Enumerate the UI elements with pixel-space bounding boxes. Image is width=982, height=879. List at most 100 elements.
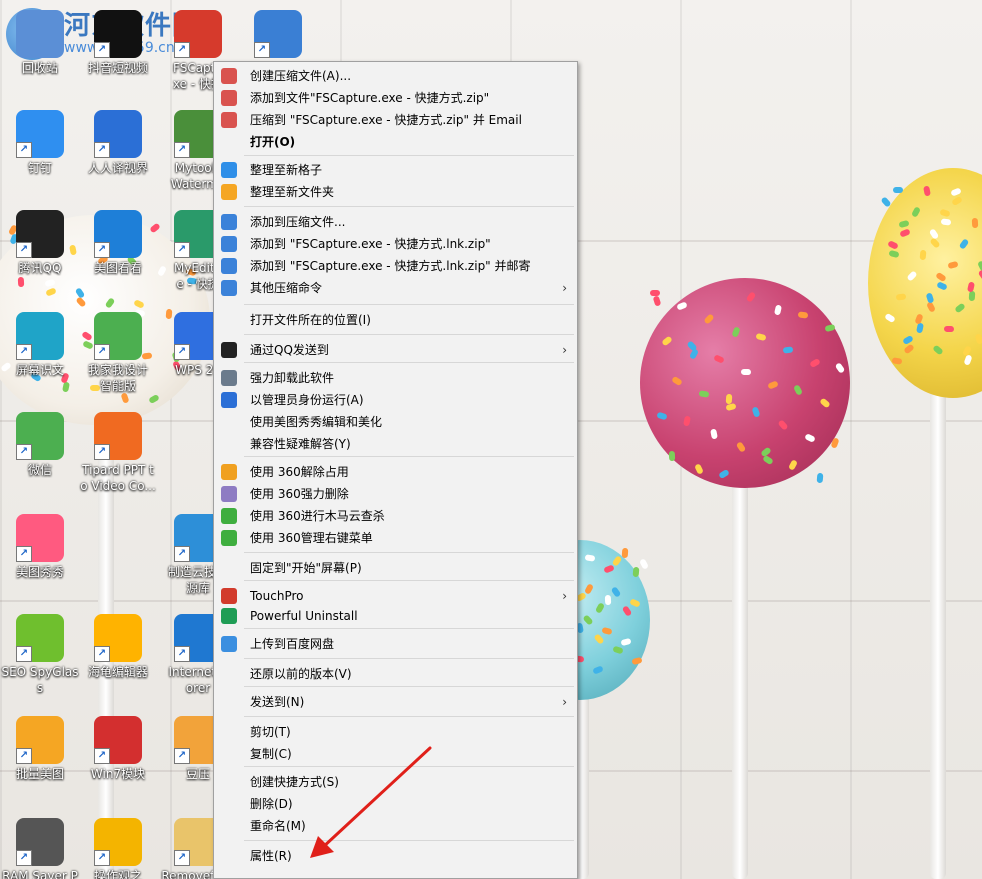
menu-item[interactable]: 上传到百度网盘 [214, 633, 577, 655]
shortcut-arrow-icon: ↗ [94, 646, 110, 662]
menu-item[interactable]: 强力卸载此软件 [214, 367, 577, 389]
shortcut-arrow-icon: ↗ [174, 344, 190, 360]
menu-item[interactable]: 兼容性疑难解答(Y) [214, 433, 577, 455]
menu-item-label: 使用 360强力删除 [250, 487, 349, 501]
sprinkle [621, 547, 629, 559]
menu-item[interactable]: 发送到(N) › [214, 691, 577, 713]
menu-separator [244, 552, 574, 553]
sprinkle [943, 325, 955, 333]
menu-item[interactable]: 添加到压缩文件... [214, 211, 577, 233]
desktop-icon-label: Tipard PPT t o Video Co... [80, 463, 156, 493]
desktop-icon[interactable]: ↗ 我家我设计 智能版 [78, 312, 158, 394]
menu-item[interactable]: 还原以前的版本(V) [214, 663, 577, 685]
shortcut-arrow-icon: ↗ [174, 42, 190, 58]
desktop-icon[interactable]: ↗ [238, 10, 318, 60]
shortcut-arrow-icon: ↗ [16, 444, 32, 460]
menu-item-label: 以管理员身份运行(A) [250, 393, 364, 407]
archive-icon [221, 112, 237, 128]
desktop-icon-label: 海龟编辑器 [87, 665, 148, 679]
desktop-icon[interactable]: ↗ Tipard PPT t o Video Co... [78, 412, 158, 494]
menu-item[interactable]: 整理至新文件夹 [214, 181, 577, 203]
menu-item[interactable]: TouchPro › [214, 585, 577, 607]
home-design-icon: ↗ [94, 312, 142, 360]
menu-item[interactable]: 使用美图秀秀编辑和美化 [214, 411, 577, 433]
menu-item-label: 添加到文件"FSCapture.exe - 快捷方式.zip" [250, 91, 490, 105]
desktop-icon[interactable]: ↗ 屏幕识文 [0, 312, 80, 378]
menu-item-label: 整理至新文件夹 [250, 185, 335, 199]
sprinkle [940, 218, 952, 226]
menu-item[interactable]: 使用 360强力删除 [214, 483, 577, 505]
desktop-icon[interactable]: ↗ RAM Saver P [0, 818, 80, 879]
translate-icon: ↗ [94, 110, 142, 158]
menu-item[interactable]: 其他压缩命令 › [214, 277, 577, 299]
desktop-icon[interactable]: ↗ 微信 [0, 412, 80, 478]
desktop-icon[interactable]: ↗ SEO SpyGlas s [0, 614, 80, 696]
menu-item-label: 整理至新格子 [250, 163, 323, 177]
menu-item-label: 发送到(N) [250, 695, 305, 709]
desktop-icon-label: 钉钉 [27, 161, 52, 175]
menu-separator [244, 206, 574, 207]
desktop-icon[interactable]: ↗ 钉钉 [0, 110, 80, 176]
menu-item-label: 使用美图秀秀编辑和美化 [250, 415, 383, 429]
menu-360-icon [221, 530, 237, 546]
desktop-icon[interactable]: ↗ 美图秀秀 [0, 514, 80, 580]
menu-item-label: 上传到百度网盘 [250, 637, 335, 651]
zip-icon [221, 236, 237, 252]
shortcut-arrow-icon: ↗ [94, 850, 110, 866]
menu-item-label: 打开文件所在的位置(I) [250, 313, 371, 327]
tipard-icon: ↗ [94, 412, 142, 460]
desktop-icon-label: 我家我设计 智能版 [87, 363, 148, 393]
desktop-icon[interactable]: 回收站 [0, 10, 80, 76]
menu-item-label: 打开(O) [250, 135, 296, 149]
menu-item[interactable]: 打开文件所在的位置(I) [214, 309, 577, 331]
menu-item[interactable]: 创建压缩文件(A)... [214, 65, 577, 87]
fscapture-icon: ↗ [174, 10, 222, 58]
qq-icon [221, 342, 237, 358]
menu-item[interactable]: 添加到文件"FSCapture.exe - 快捷方式.zip" [214, 87, 577, 109]
desktop-icon[interactable]: ↗ 海龟编辑器 [78, 614, 158, 680]
dingtalk-icon: ↗ [16, 110, 64, 158]
desktop-icon-label: 人人译视界 [87, 161, 148, 175]
menu-item[interactable]: 使用 360管理右键菜单 [214, 527, 577, 549]
desktop-icon[interactable]: ↗ 操作观之 [78, 818, 158, 879]
menu-item-label: 固定到"开始"屏幕(P) [250, 561, 362, 575]
zip-icon [221, 258, 237, 274]
menu-item-label: 使用 360管理右键菜单 [250, 531, 373, 545]
menu-item[interactable]: Powerful Uninstall [214, 605, 577, 627]
desktop-icon[interactable]: ↗ Win7模块 [78, 716, 158, 782]
desktop-icon[interactable]: ↗ 腾讯QQ [0, 210, 80, 276]
shortcut-arrow-icon: ↗ [174, 546, 190, 562]
menu-item[interactable]: 添加到 "FSCapture.exe - 快捷方式.lnk.zip" [214, 233, 577, 255]
sprinkle [17, 276, 25, 288]
folder-add-icon [221, 184, 237, 200]
shortcut-arrow-icon: ↗ [16, 850, 32, 866]
menu-item[interactable]: 添加到 "FSCapture.exe - 快捷方式.lnk.zip" 并邮寄 [214, 255, 577, 277]
shortcut-arrow-icon: ↗ [94, 444, 110, 460]
trash-icon [221, 370, 237, 386]
menu-separator [244, 628, 574, 629]
delete-360-icon [221, 486, 237, 502]
menu-item-label: 属性(R) [250, 849, 292, 863]
menu-item[interactable]: 固定到"开始"屏幕(P) [214, 557, 577, 579]
shortcut-arrow-icon: ↗ [16, 646, 32, 662]
app-icon: ↗ [254, 10, 302, 58]
menu-item[interactable]: 整理至新格子 [214, 159, 577, 181]
menu-item[interactable]: 打开(O) [214, 131, 577, 153]
menu-item[interactable]: 以管理员身份运行(A) [214, 389, 577, 411]
desktop-icon[interactable]: ↗ 抖音短视频 [78, 10, 158, 76]
touchpro-icon [221, 588, 237, 604]
menu-item[interactable]: 使用 360进行木马云查杀 [214, 505, 577, 527]
menu-item-label: 强力卸载此软件 [250, 371, 335, 385]
menu-item-label: 其他压缩命令 [250, 281, 323, 295]
sprinkle [639, 558, 649, 570]
desktop-icon[interactable]: ↗ 人人译视界 [78, 110, 158, 176]
baidu-pan-icon [221, 636, 237, 652]
menu-item[interactable]: 压缩到 "FSCapture.exe - 快捷方式.zip" 并 Email [214, 109, 577, 131]
shortcut-arrow-icon: ↗ [16, 546, 32, 562]
desktop-icon[interactable]: ↗ 批量美图 [0, 716, 80, 782]
meitu-kankan-icon: ↗ [94, 210, 142, 258]
sprinkle [631, 656, 643, 666]
menu-item[interactable]: 通过QQ发送到 › [214, 339, 577, 361]
menu-item[interactable]: 使用 360解除占用 [214, 461, 577, 483]
desktop-icon[interactable]: ↗ 美图看看 [78, 210, 158, 276]
